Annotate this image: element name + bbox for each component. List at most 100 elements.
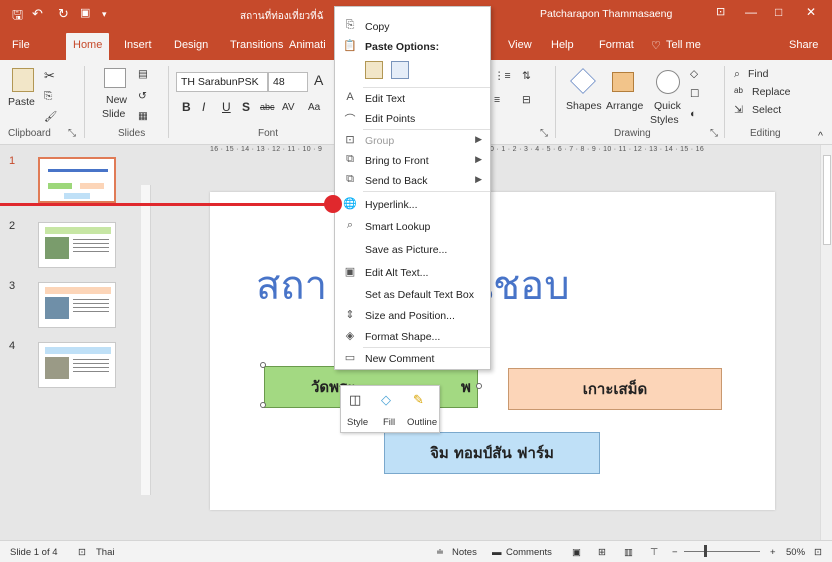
- tell-me-search[interactable]: Tell me: [666, 39, 701, 51]
- fill-icon[interactable]: ◇: [381, 392, 391, 408]
- italic-button[interactable]: I: [202, 100, 205, 114]
- slide-thumbnail-2[interactable]: [38, 222, 116, 268]
- tab-help[interactable]: Help: [551, 39, 574, 51]
- zoom-in-icon[interactable]: +: [770, 547, 776, 558]
- fit-to-window-icon[interactable]: ⊡: [814, 547, 822, 558]
- tab-animations[interactable]: Animati: [289, 39, 326, 51]
- style-button[interactable]: Style: [347, 417, 368, 428]
- arrange-button[interactable]: Arrange: [606, 100, 643, 112]
- shape-effects-icon[interactable]: ◐: [690, 108, 696, 120]
- quick-styles-button[interactable]: Quick: [654, 100, 681, 112]
- section-icon[interactable]: ▦: [138, 110, 148, 122]
- find-icon[interactable]: ⌕: [734, 68, 740, 81]
- zoom-slider[interactable]: [684, 551, 760, 552]
- collapse-ribbon-icon[interactable]: ^: [818, 130, 823, 142]
- arrange-icon[interactable]: [612, 72, 634, 92]
- ribbon-display-icon[interactable]: ⊡: [716, 5, 725, 18]
- select-icon[interactable]: ⇲: [734, 104, 743, 116]
- start-from-beginning-icon[interactable]: ▣: [80, 6, 90, 19]
- menu-save-as-picture[interactable]: Save as Picture...: [335, 240, 490, 260]
- fill-button[interactable]: Fill: [383, 417, 395, 428]
- user-name[interactable]: Patcharapon Thammasaeng: [540, 8, 672, 20]
- menu-edit-points[interactable]: ⌒ Edit Points: [335, 109, 490, 129]
- shape-fill-icon[interactable]: ◇: [690, 68, 698, 80]
- slideshow-icon[interactable]: ⊤: [650, 547, 658, 558]
- replace-button[interactable]: Replace: [752, 86, 791, 98]
- new-slide-button[interactable]: New: [106, 94, 127, 106]
- replace-icon[interactable]: ab: [734, 86, 743, 95]
- redo-icon[interactable]: ↻: [58, 6, 69, 22]
- restore-button[interactable]: □: [775, 5, 782, 19]
- drawing-launcher-icon[interactable]: ⤡: [710, 128, 718, 139]
- menu-hyperlink[interactable]: 🌐 Hyperlink...: [335, 195, 490, 215]
- new-slide-icon[interactable]: [104, 68, 126, 88]
- close-button[interactable]: ✕: [806, 5, 816, 19]
- font-size-combo[interactable]: 48: [268, 72, 308, 92]
- language[interactable]: Thai: [96, 547, 114, 558]
- share-button[interactable]: Share: [789, 39, 818, 51]
- layout-icon[interactable]: ▤: [138, 68, 148, 80]
- customize-toolbar-icon[interactable]: ▾: [102, 9, 107, 20]
- reset-icon[interactable]: ↺: [138, 90, 147, 102]
- outline-button[interactable]: Outline: [407, 417, 437, 428]
- tab-transitions[interactable]: Transitions: [230, 39, 283, 51]
- paste-button[interactable]: Paste: [8, 96, 35, 108]
- paste-icon[interactable]: [12, 68, 34, 92]
- change-case-button[interactable]: Aa: [308, 102, 320, 113]
- scroll-thumb[interactable]: [823, 155, 831, 245]
- quick-styles-icon[interactable]: [656, 70, 680, 94]
- justify-icon[interactable]: ≡: [494, 94, 500, 106]
- menu-smart-lookup[interactable]: ⌕ Smart Lookup: [335, 217, 490, 237]
- shapes-button[interactable]: Shapes: [566, 100, 602, 112]
- cut-icon[interactable]: ✂: [44, 68, 55, 84]
- menu-size-and-position[interactable]: ⇕ Size and Position...: [335, 306, 490, 326]
- paste-picture-icon[interactable]: [391, 61, 409, 79]
- tab-insert[interactable]: Insert: [124, 39, 152, 51]
- resize-handle[interactable]: [260, 402, 266, 408]
- bold-button[interactable]: B: [182, 100, 191, 114]
- menu-send-to-back[interactable]: ⧉ Send to Back ▶: [335, 171, 490, 191]
- slide-thumbnail-3[interactable]: [38, 282, 116, 328]
- find-button[interactable]: Find: [748, 68, 768, 80]
- save-icon[interactable]: 🖫: [12, 6, 23, 28]
- menu-edit-text[interactable]: A Edit Text: [335, 89, 490, 109]
- slide-thumbnail-4[interactable]: [38, 342, 116, 388]
- reading-view-icon[interactable]: ▥: [624, 547, 633, 558]
- menu-edit-alt-text[interactable]: ▣ Edit Alt Text...: [335, 263, 490, 283]
- zoom-out-icon[interactable]: −: [672, 547, 678, 558]
- format-painter-icon[interactable]: 🖌: [44, 110, 57, 123]
- slide-sorter-icon[interactable]: ⊞: [598, 547, 606, 558]
- select-button[interactable]: Select: [752, 104, 781, 116]
- notes-button[interactable]: Notes: [452, 547, 477, 558]
- tab-file[interactable]: File: [12, 39, 30, 51]
- spelling-icon[interactable]: ⊡: [78, 547, 86, 558]
- comments-button[interactable]: Comments: [506, 547, 552, 558]
- resize-handle[interactable]: [260, 362, 266, 368]
- underline-button[interactable]: U: [222, 100, 231, 114]
- tab-design[interactable]: Design: [174, 39, 208, 51]
- minimize-button[interactable]: —: [745, 5, 757, 19]
- style-icon[interactable]: ◫: [349, 392, 361, 408]
- vertical-scrollbar[interactable]: [820, 145, 832, 540]
- strikethrough-button[interactable]: abc: [260, 102, 275, 112]
- menu-new-comment[interactable]: ▭ New Comment: [335, 349, 490, 369]
- zoom-level[interactable]: 50%: [786, 547, 805, 558]
- tab-view[interactable]: View: [508, 39, 532, 51]
- character-spacing-button[interactable]: AV: [282, 102, 295, 113]
- menu-format-shape[interactable]: ◈ Format Shape...: [335, 327, 490, 347]
- grow-font-button[interactable]: A: [314, 72, 323, 88]
- font-name-combo[interactable]: TH SarabunPSK: [176, 72, 268, 92]
- undo-icon[interactable]: ↶: [32, 6, 43, 22]
- resize-handle[interactable]: [476, 383, 482, 389]
- clipboard-launcher-icon[interactable]: ⤡: [68, 128, 76, 139]
- menu-copy[interactable]: ⎘ Copy: [335, 17, 490, 37]
- tab-home[interactable]: Home: [66, 33, 110, 60]
- outline-icon[interactable]: ✎: [413, 392, 424, 408]
- zoom-slider-thumb[interactable]: [704, 545, 707, 557]
- align-text-icon[interactable]: ⊟: [522, 94, 531, 106]
- shape-jim-thompson[interactable]: จิม ทอมป์สัน ฟาร์ม: [384, 432, 600, 474]
- paste-use-destination-theme-icon[interactable]: [365, 61, 383, 79]
- shadow-button[interactable]: S: [242, 100, 250, 114]
- shapes-icon[interactable]: [570, 68, 596, 94]
- slide-thumbnail-1[interactable]: [38, 157, 116, 203]
